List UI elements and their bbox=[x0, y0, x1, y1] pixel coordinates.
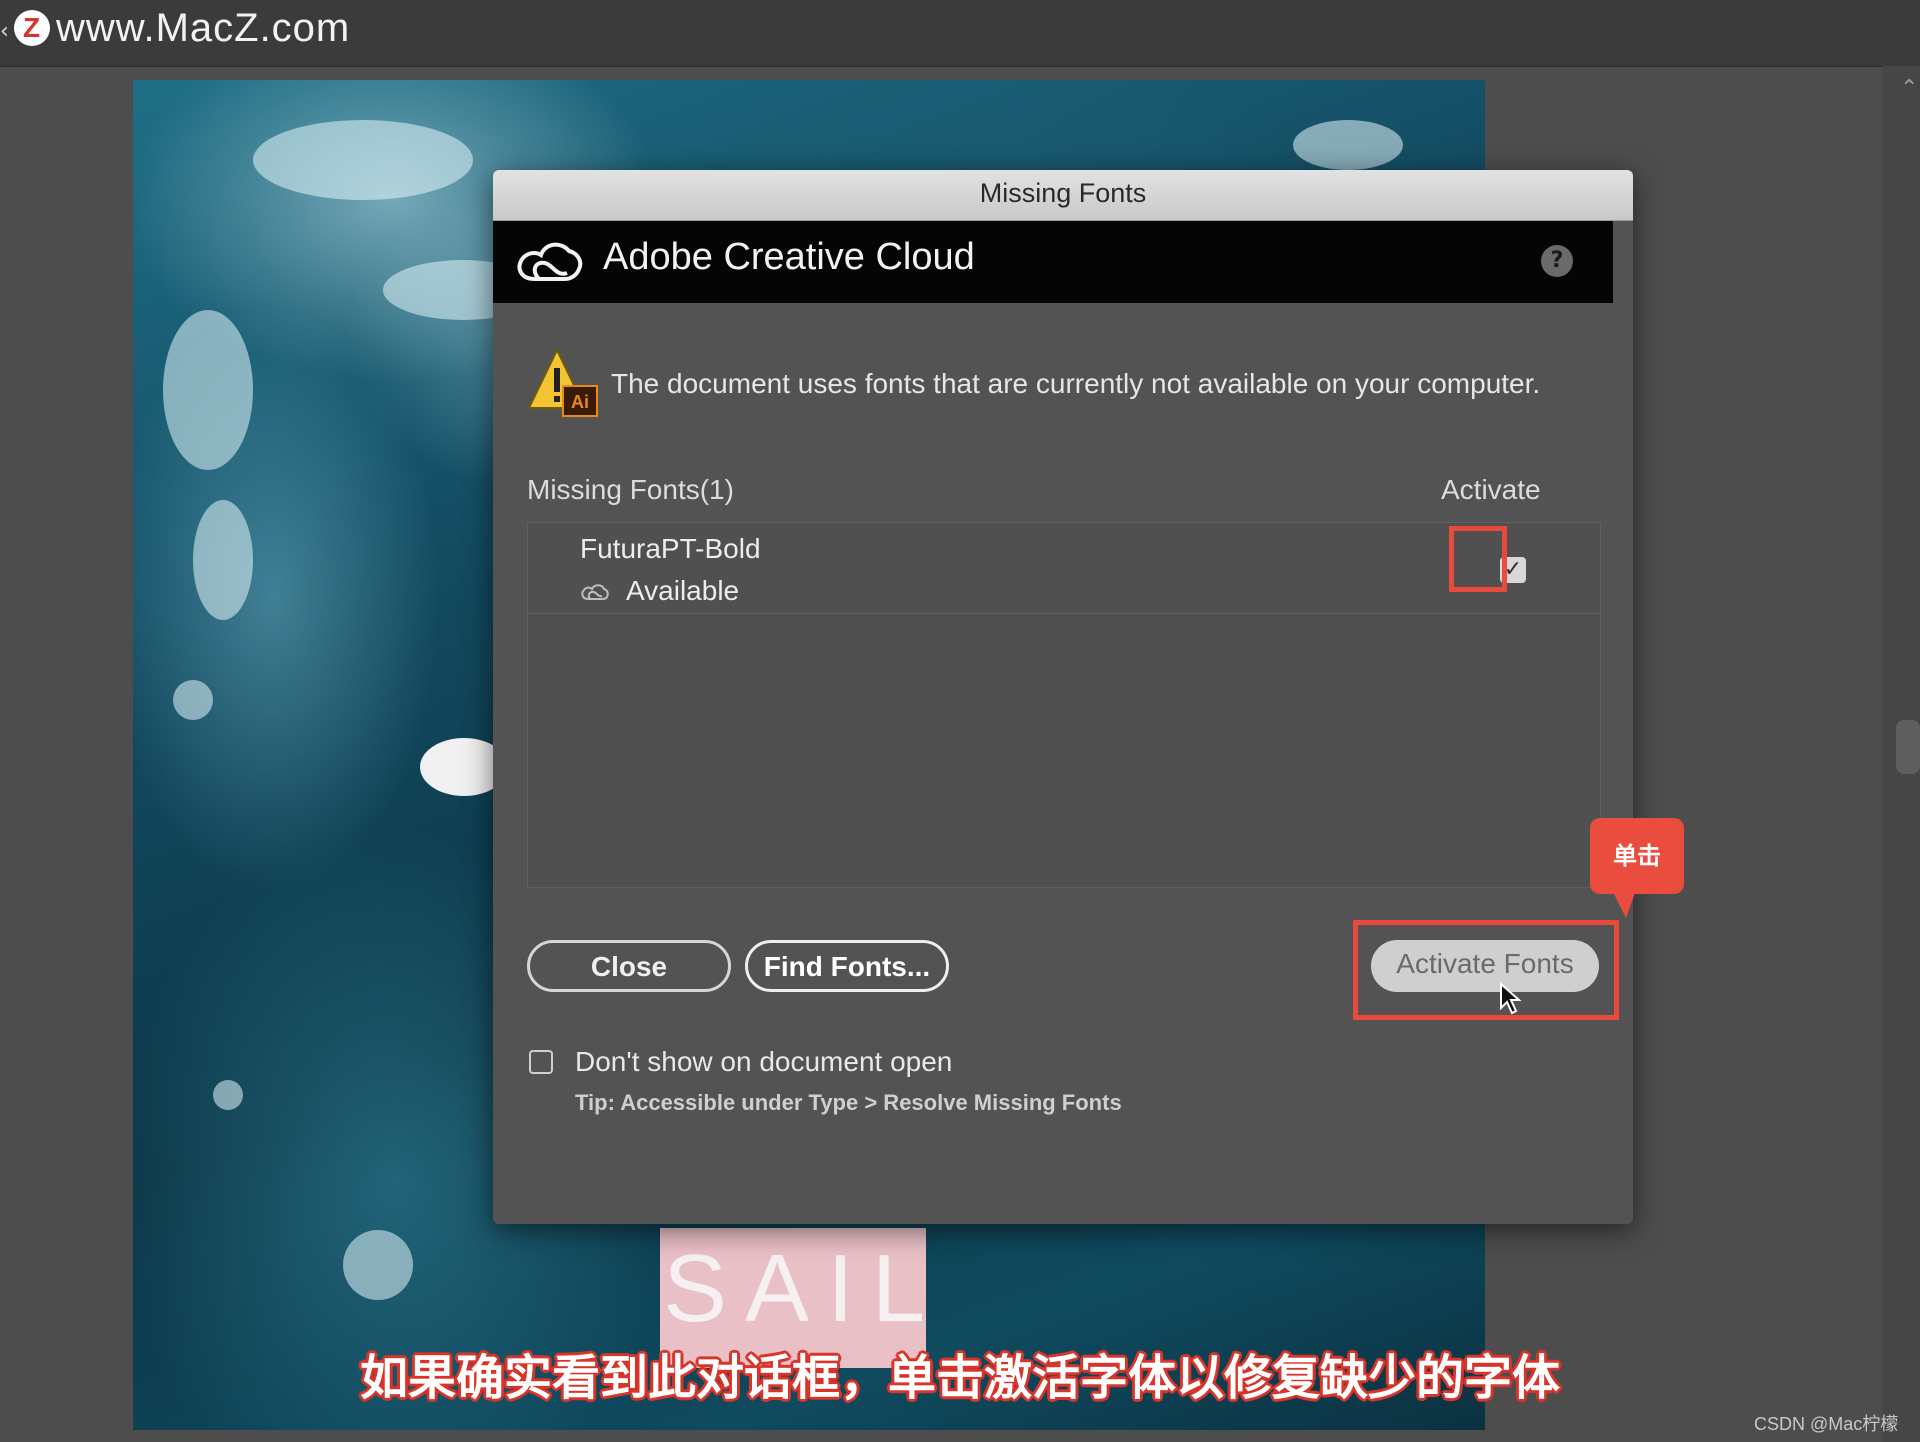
watermark-logo: Z bbox=[14, 10, 50, 46]
list-item[interactable]: FuturaPT-Bold Available ✓ bbox=[528, 523, 1600, 614]
dont-show-label[interactable]: Don't show on document open bbox=[575, 1046, 952, 1078]
video-subtitle: 如果确实看到此对话框，单击激活字体以修复缺少的字体 bbox=[359, 1350, 1560, 1406]
activate-fonts-button[interactable]: Activate Fonts bbox=[1371, 940, 1599, 992]
warning-message: The document uses fonts that are current… bbox=[611, 368, 1541, 399]
click-callout: 单击 bbox=[1590, 818, 1684, 894]
back-arrow-icon[interactable]: ‹ bbox=[0, 20, 10, 44]
checkbox-highlight-frame bbox=[1449, 526, 1507, 592]
wave-foam bbox=[213, 1080, 243, 1110]
app-top-bar: ‹ Zwww.MacZ.com bbox=[0, 0, 1920, 67]
creative-cloud-sync-icon bbox=[581, 584, 609, 600]
creative-cloud-header: Adobe Creative Cloud ? bbox=[493, 221, 1613, 303]
scrollbar-handle[interactable] bbox=[1896, 720, 1920, 774]
activate-column-header: Activate bbox=[1441, 474, 1541, 505]
screen: ‹ Zwww.MacZ.com ⌃ SAIL Missing Fonts Ado… bbox=[0, 0, 1920, 1442]
svg-text:Ai: Ai bbox=[571, 392, 589, 412]
wave-foam bbox=[343, 1230, 413, 1300]
wave-foam bbox=[193, 500, 253, 620]
mouse-cursor-icon bbox=[1500, 982, 1522, 1015]
credit-watermark: CSDN @Mac柠檬 bbox=[1754, 1414, 1899, 1434]
dont-show-checkbox[interactable] bbox=[529, 1050, 553, 1074]
creative-cloud-logo-icon bbox=[517, 242, 583, 281]
dialog-title-bar[interactable]: Missing Fonts bbox=[493, 170, 1633, 221]
warning-icon: Ai bbox=[527, 347, 598, 417]
watermark-text: www.MacZ.com bbox=[56, 6, 351, 50]
help-icon[interactable]: ? bbox=[1541, 245, 1573, 277]
dialog-title: Missing Fonts bbox=[979, 178, 1147, 208]
scroll-up-arrow-icon[interactable]: ⌃ bbox=[1900, 76, 1918, 101]
font-name: FuturaPT-Bold bbox=[580, 533, 761, 564]
wave-foam bbox=[1293, 120, 1403, 170]
wave-foam bbox=[163, 310, 253, 470]
wave-foam bbox=[253, 120, 473, 200]
missing-fonts-column-header: Missing Fonts(1) bbox=[527, 474, 734, 505]
font-status: Available bbox=[626, 575, 740, 606]
wave-foam bbox=[173, 680, 213, 720]
watermark: Zwww.MacZ.com bbox=[14, 6, 350, 51]
callout-pointer bbox=[1612, 890, 1636, 918]
missing-fonts-dialog: Missing Fonts Adobe Creative Cloud ? Ai … bbox=[493, 170, 1633, 1224]
find-fonts-button[interactable]: Find Fonts... bbox=[745, 940, 949, 992]
sail-text: SAIL bbox=[663, 1235, 944, 1342]
close-button[interactable]: Close bbox=[527, 940, 731, 992]
missing-fonts-list[interactable]: FuturaPT-Bold Available ✓ bbox=[527, 522, 1601, 888]
brand-name: Adobe Creative Cloud bbox=[603, 236, 975, 278]
tip-text: Tip: Accessible under Type > Resolve Mis… bbox=[575, 1090, 1122, 1115]
